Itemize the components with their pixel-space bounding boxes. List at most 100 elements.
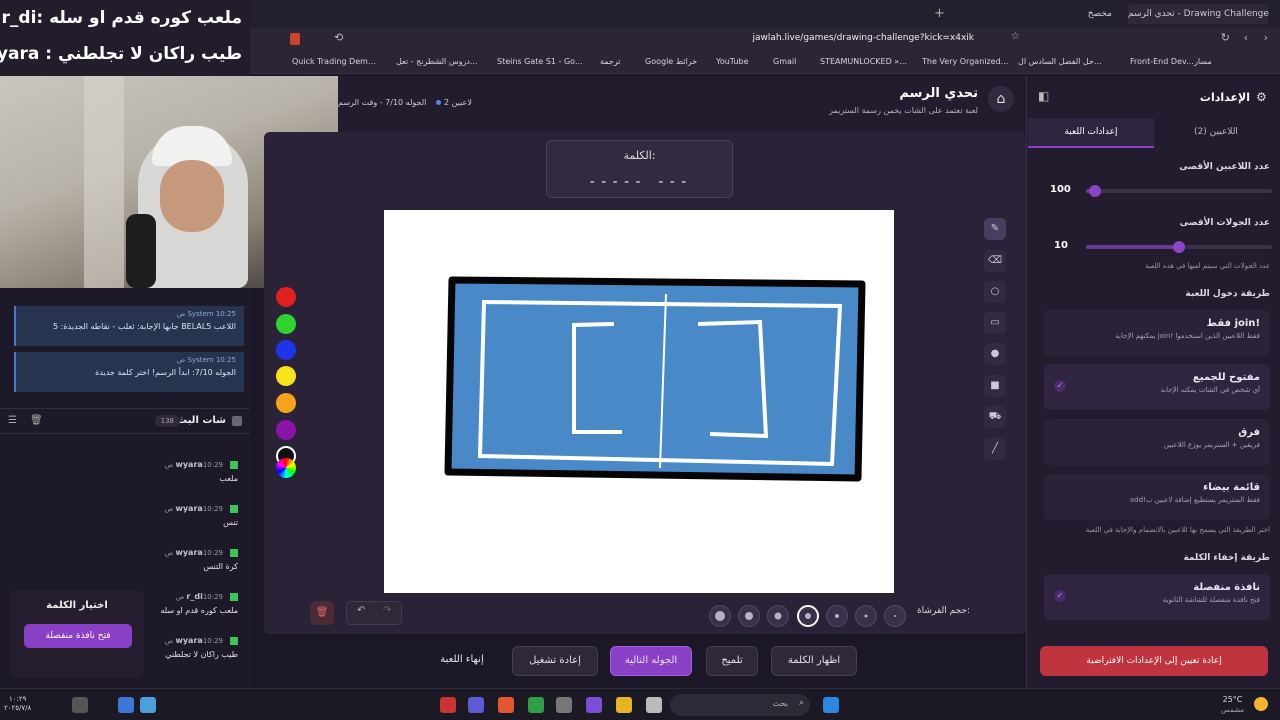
- bookmark-item[interactable]: Front-End Dev...: [1130, 57, 1194, 66]
- tab-game-settings[interactable]: إعدادات اللعبة: [1028, 118, 1154, 148]
- bookmark-item[interactable]: Google خرائط: [645, 57, 697, 66]
- pick-word-panel: اختيار الكلمة فتح نافذة منفصلة: [10, 590, 144, 678]
- join-option-join-only[interactable]: !join فقط فقط اللاعبين الذين استخدموا !j…: [1044, 310, 1270, 356]
- end-game-button[interactable]: إنهاء اللعبة: [424, 646, 500, 676]
- slider-knob[interactable]: [1173, 241, 1185, 253]
- join-option-open[interactable]: مفتوح للجميع أي شخص في الشات يمكنه الإجا…: [1044, 364, 1270, 410]
- taskview-icon[interactable]: [646, 697, 662, 713]
- undo-icon[interactable]: ↶: [357, 605, 365, 616]
- color-orange[interactable]: [276, 393, 296, 413]
- brush-size-option[interactable]: [884, 605, 906, 627]
- teams-icon[interactable]: [468, 697, 484, 713]
- brush-size-option[interactable]: [826, 605, 848, 627]
- discord-icon[interactable]: [586, 697, 602, 713]
- bucket-icon[interactable]: ⛟: [984, 406, 1006, 428]
- notification-icon[interactable]: [72, 697, 88, 713]
- bookmark-item[interactable]: Quick Trading Dem...: [292, 57, 376, 66]
- bookmark-item[interactable]: The Very Organized...: [922, 57, 1008, 66]
- brush-size-option-selected[interactable]: [797, 605, 819, 627]
- bookmark-item[interactable]: حل الفصل السادس ال...: [1018, 57, 1102, 66]
- tab-drawing-challenge[interactable]: تحدي الرسم - Drawing Challenge: [1128, 4, 1269, 24]
- system-message-text: اللاعب BELAL5 جابها الإجابة: ثعلب - نقاط…: [53, 322, 236, 331]
- brush-size-option[interactable]: [709, 605, 731, 627]
- join-option-teams[interactable]: فرق فريقين + الستريمر يوزع اللاعبين: [1044, 419, 1270, 465]
- bookmark-item[interactable]: STEAMUNLOCKED »...: [820, 57, 907, 66]
- windows-start-icon[interactable]: [823, 697, 839, 713]
- url-field[interactable]: jawlah.live/games/drawing-challenge?kick…: [752, 33, 974, 43]
- rect-icon[interactable]: ▭: [984, 312, 1006, 334]
- fill-circle-icon[interactable]: ●: [984, 343, 1006, 365]
- join-option-whitelist[interactable]: قائمة بيضاء فقط الستريمر يستطيع إضافة لا…: [1044, 474, 1270, 520]
- bookmark-item[interactable]: Gmail: [773, 57, 796, 66]
- tab-players[interactable]: اللاعبين (2): [1154, 118, 1278, 148]
- color-picker-icon[interactable]: [276, 458, 296, 478]
- color-purple[interactable]: [276, 420, 296, 440]
- system-message: System 10:25 ص الجوله 7/10: ابدأ الرسم! …: [14, 352, 244, 392]
- chat-username: r_di: [186, 592, 203, 601]
- join-method-label: طريقة دخول اللعبة: [1185, 289, 1270, 299]
- search-box[interactable]: بحث ⌕: [670, 694, 810, 716]
- circle-icon[interactable]: ○: [984, 281, 1006, 303]
- reset-defaults-button[interactable]: إعادة تعيين إلى الإعدادات الافتراضية: [1040, 646, 1268, 676]
- brave-shield-icon[interactable]: [290, 33, 300, 45]
- app-icon[interactable]: [440, 697, 456, 713]
- line-icon[interactable]: ╱: [984, 438, 1006, 460]
- color-red[interactable]: [276, 287, 296, 307]
- option-desc: فقط اللاعبين الذين استخدموا !join يمكنهم…: [1115, 332, 1260, 340]
- players-count: 2 لاعبين: [436, 98, 472, 107]
- option-desc: أي شخص في الشات يمكنه الإجابة: [1160, 386, 1260, 394]
- bookmark-item[interactable]: Steins Gate S1 - Go...: [497, 57, 583, 66]
- brave-icon[interactable]: [498, 697, 514, 713]
- open-window-button[interactable]: فتح نافذة منفصلة: [24, 624, 132, 648]
- show-word-button[interactable]: اظهار الكلمة: [771, 646, 857, 676]
- back-icon[interactable]: ‹: [1244, 31, 1248, 44]
- bookmark-item[interactable]: ترجمة: [600, 57, 621, 66]
- clock-date: ٢٠٢٥/٧/٨: [4, 704, 32, 712]
- webcam-microphone: [126, 214, 156, 288]
- restart-button[interactable]: إعادة تشغيل: [512, 646, 598, 676]
- tab-other[interactable]: مخصخ: [1088, 4, 1112, 24]
- mic-icon[interactable]: [118, 697, 134, 713]
- folder-icon[interactable]: [616, 697, 632, 713]
- brush-size-option[interactable]: [855, 605, 877, 627]
- drawing-canvas[interactable]: [384, 210, 894, 593]
- redo-icon[interactable]: ↷: [383, 605, 391, 616]
- clear-canvas-icon[interactable]: 🗑: [310, 601, 334, 625]
- next-round-button[interactable]: الجوله التالية: [610, 646, 692, 676]
- pencil-icon[interactable]: ✎: [984, 218, 1006, 240]
- max-players-label: عدد اللاعبين الأقصى: [1179, 162, 1270, 172]
- home-icon[interactable]: ⌂: [988, 86, 1014, 112]
- max-rounds-slider[interactable]: [1086, 241, 1272, 253]
- eraser-icon[interactable]: ⌫: [984, 250, 1006, 272]
- chat-username: wyara: [175, 548, 203, 557]
- new-tab-icon[interactable]: +: [934, 4, 945, 24]
- bookmark-star-icon[interactable]: ☆: [1011, 31, 1020, 42]
- max-rounds-value: 10: [1054, 240, 1068, 251]
- max-players-value: 100: [1050, 184, 1071, 195]
- max-players-slider[interactable]: [1086, 185, 1272, 197]
- reload-extension-icon[interactable]: ⟲: [334, 31, 343, 44]
- store-icon[interactable]: [556, 697, 572, 713]
- xbox-icon[interactable]: [528, 697, 544, 713]
- brush-size-option[interactable]: [738, 605, 760, 627]
- page-title: تحدي الرسم: [899, 86, 978, 101]
- weather[interactable]: 25°C مشمس: [1221, 695, 1244, 715]
- fill-rect-icon[interactable]: ■: [984, 375, 1006, 397]
- color-blue[interactable]: [276, 340, 296, 360]
- network-icon[interactable]: [140, 697, 156, 713]
- bookmark-item[interactable]: دروس الشطرنج - تعل...: [396, 57, 478, 66]
- bookmark-item[interactable]: مسار: [1194, 57, 1212, 66]
- brush-size-option[interactable]: [767, 605, 789, 627]
- hide-option-separate-window[interactable]: نافذة منفصلة فتح نافذة منفصلة للشاشة الث…: [1044, 574, 1270, 620]
- color-yellow[interactable]: [276, 366, 296, 386]
- forward-icon[interactable]: ›: [1264, 31, 1268, 44]
- trash-icon[interactable]: 🗑: [30, 415, 43, 426]
- menu-icon[interactable]: ☰: [8, 415, 17, 426]
- bookmark-item[interactable]: YouTube: [716, 57, 749, 66]
- collapse-panel-icon[interactable]: ◧: [1038, 89, 1049, 103]
- refresh-icon[interactable]: ↻: [1221, 31, 1230, 44]
- hint-button[interactable]: تلميح: [706, 646, 758, 676]
- color-green[interactable]: [276, 314, 296, 334]
- hide-method-label: طريقة إخفاء الكلمة: [1183, 553, 1270, 563]
- gear-icon: ⚙: [1256, 90, 1267, 104]
